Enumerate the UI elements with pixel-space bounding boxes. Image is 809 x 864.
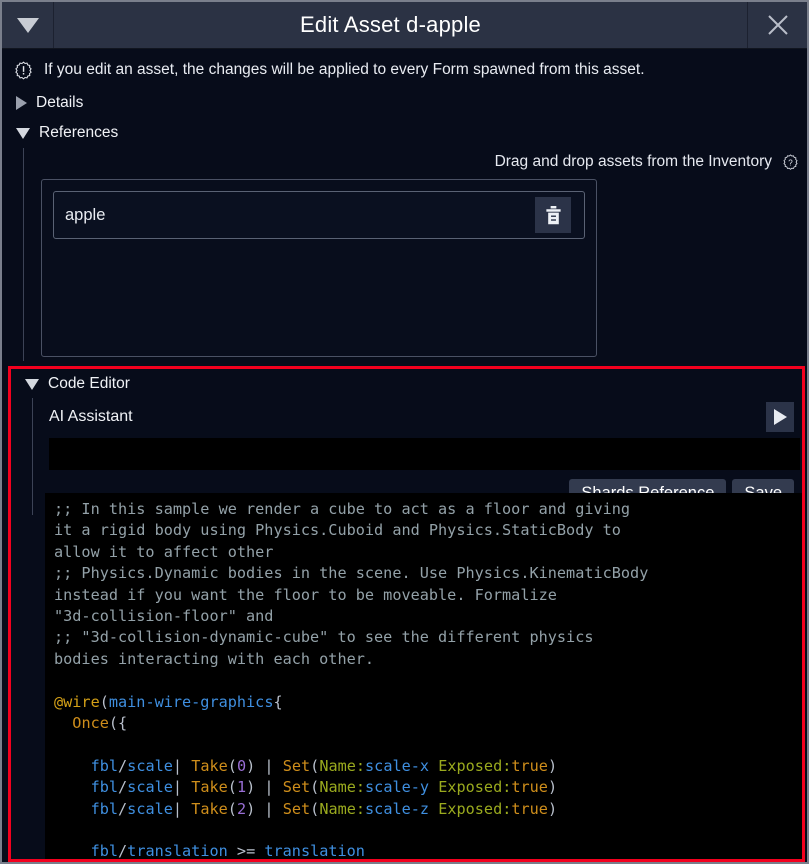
code-line: "3d-collision-floor" and <box>54 607 274 626</box>
code-line: ;; In this sample we render a cube to ac… <box>54 500 631 518</box>
drag-drop-hint-text: Drag and drop assets from the Inventory <box>494 153 772 170</box>
play-icon <box>773 409 787 425</box>
section-code-editor-label: Code Editor <box>48 375 130 392</box>
section-details-header[interactable]: Details <box>2 88 807 118</box>
ai-assistant-row: AI Assistant <box>49 398 802 438</box>
list-item[interactable]: apple <box>53 191 585 239</box>
triangle-down-icon <box>16 127 30 139</box>
section-code-editor-header[interactable]: Code Editor <box>11 369 802 398</box>
window-body: If you edit an asset, the changes will b… <box>2 49 807 361</box>
svg-text:?: ? <box>788 158 793 167</box>
section-details-label: Details <box>36 94 84 111</box>
delete-reference-button[interactable] <box>535 197 571 233</box>
ai-assistant-input[interactable] <box>49 438 800 470</box>
code-line: bodies interacting with each other. <box>54 649 375 668</box>
close-button[interactable] <box>747 2 807 48</box>
page-title: Edit Asset d-apple <box>300 12 481 37</box>
code-content: ;; In this sample we render a cube to ac… <box>49 499 802 859</box>
triangle-down-icon <box>25 378 39 390</box>
code-line: ;; Physics.Dynamic bodies in the scene. … <box>54 564 649 583</box>
edit-asset-window: Edit Asset d-apple If you edit an asset,… <box>0 0 809 864</box>
code-line: allow it to affect other <box>54 542 274 561</box>
reference-name: apple <box>65 205 106 224</box>
help-circle-icon[interactable]: ? <box>782 153 799 171</box>
ai-run-button[interactable] <box>766 402 794 432</box>
trash-icon <box>545 205 561 224</box>
window-titlebar: Edit Asset d-apple <box>2 2 807 49</box>
section-references-header[interactable]: References <box>2 118 807 148</box>
drag-drop-hint: Drag and drop assets from the Inventory … <box>41 148 807 179</box>
ai-assistant-label: AI Assistant <box>49 408 133 425</box>
close-icon <box>767 15 788 35</box>
code-editor-panel: Code Editor AI Assistant Shards Referenc… <box>8 366 805 862</box>
notice-text: If you edit an asset, the changes will b… <box>44 61 645 79</box>
triangle-right-icon <box>16 96 27 110</box>
code-line: it a rigid body using Physics.Cuboid and… <box>54 521 621 540</box>
code-line: instead if you want the floor to be move… <box>54 585 557 604</box>
asset-edit-notice: If you edit an asset, the changes will b… <box>2 49 807 88</box>
code-line: ;; "3d-collision-dynamic-cube" to see th… <box>54 628 594 647</box>
section-references-label: References <box>39 124 119 141</box>
references-body: Drag and drop assets from the Inventory … <box>23 148 807 361</box>
code-text-area[interactable]: ;; In this sample we render a cube to ac… <box>45 493 802 859</box>
references-dropzone[interactable]: apple <box>41 179 597 357</box>
info-badge-icon <box>15 61 32 80</box>
